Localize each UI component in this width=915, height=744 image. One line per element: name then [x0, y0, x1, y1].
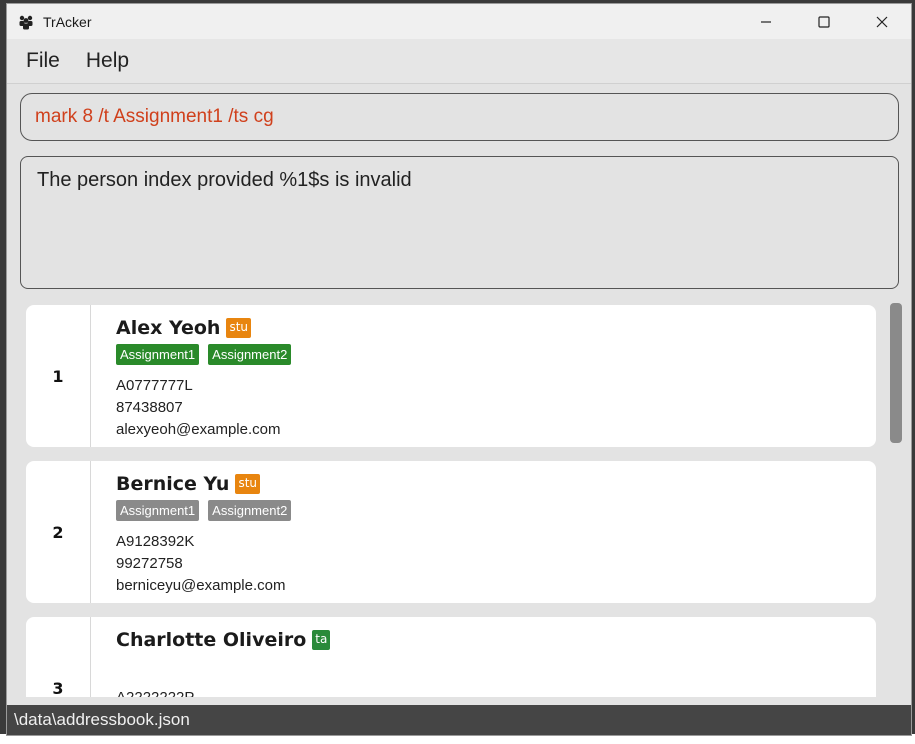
app-logo-icon — [17, 13, 35, 31]
result-message: The person index provided %1$s is invali… — [37, 169, 412, 191]
close-icon — [876, 16, 888, 27]
person-name: Bernice Yu — [116, 473, 230, 495]
assignment-tag: Assignment1 — [116, 344, 200, 365]
person-list[interactable]: 1 Alex Yeoh stu Assignment1 Assignment2 … — [20, 299, 905, 697]
result-display: The person index provided %1$s is invali… — [20, 156, 899, 289]
maximize-icon — [818, 15, 830, 28]
menu-bar: File Help — [7, 39, 911, 84]
status-bar: \data\addressbook.json — [7, 705, 911, 735]
menu-help[interactable]: Help — [76, 49, 139, 73]
person-name: Alex Yeoh — [116, 317, 221, 339]
assignment-tag: Assignment1 — [116, 500, 200, 521]
role-badge: stu — [235, 474, 261, 494]
maximize-button[interactable] — [795, 4, 853, 39]
scrollbar-thumb[interactable] — [890, 303, 902, 443]
phone-number: 87438807 — [116, 399, 183, 416]
assignment-tag: Assignment2 — [208, 344, 292, 365]
person-index: 1 — [26, 305, 91, 447]
person-name: Charlotte Oliveiro — [116, 629, 307, 651]
command-text[interactable]: mark 8 /t Assignment1 /ts cg — [35, 106, 274, 128]
student-id: A2222222P — [116, 687, 876, 697]
close-button[interactable] — [853, 4, 911, 39]
person-card[interactable]: 1 Alex Yeoh stu Assignment1 Assignment2 … — [26, 305, 876, 447]
role-badge: stu — [226, 318, 252, 338]
role-badge: ta — [312, 630, 331, 650]
student-id: A0777777L — [116, 377, 193, 394]
email-address: berniceyu@example.com — [116, 577, 286, 594]
command-input[interactable]: mark 8 /t Assignment1 /ts cg — [20, 93, 899, 141]
save-location: \data\addressbook.json — [14, 710, 190, 729]
phone-number: 99272758 — [116, 555, 183, 572]
minimize-icon — [761, 20, 771, 23]
email-address: alexyeoh@example.com — [116, 421, 281, 438]
menu-file[interactable]: File — [16, 49, 70, 73]
student-id: A9128392K — [116, 533, 195, 550]
person-index: 3 — [26, 617, 91, 697]
title-bar[interactable]: TrAcker — [7, 4, 911, 39]
window-title: TrAcker — [43, 13, 92, 30]
person-card[interactable]: 3 Charlotte Oliveiro ta A2222222P — [26, 617, 876, 697]
app-window: TrAcker File Help mark 8 /t Assignment1 … — [6, 3, 912, 736]
assignment-tag: Assignment2 — [208, 500, 292, 521]
person-card[interactable]: 2 Bernice Yu stu Assignment1 Assignment2… — [26, 461, 876, 603]
person-index: 2 — [26, 461, 91, 603]
window-controls — [737, 4, 911, 39]
minimize-button[interactable] — [737, 4, 795, 39]
